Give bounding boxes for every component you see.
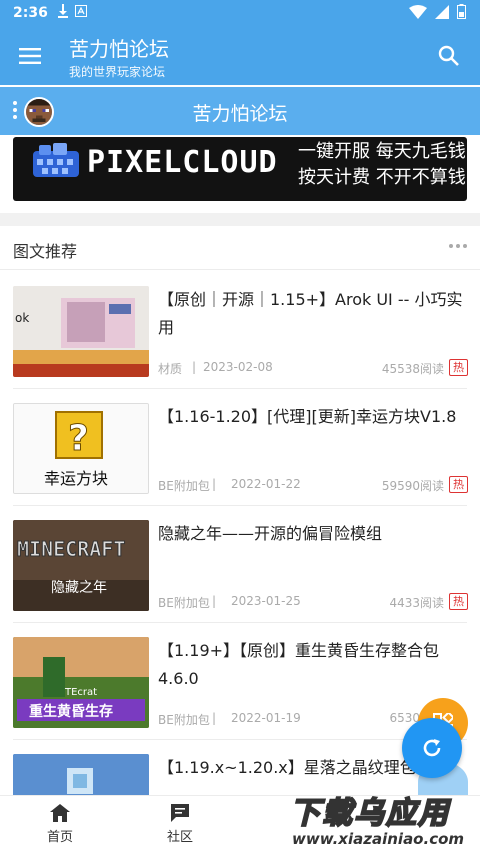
app-notification-icon xyxy=(75,5,87,17)
message-icon xyxy=(171,804,189,822)
item-title: 【1.16-1.20】[代理][更新]幸运方块V1.8 xyxy=(158,407,457,426)
app-title: 苦力怕论坛 xyxy=(69,37,169,61)
download-icon xyxy=(58,4,68,18)
tab-community-label: 社区 xyxy=(166,830,193,845)
search-icon xyxy=(438,45,459,66)
tab-home[interactable]: 首页 xyxy=(20,804,100,845)
item-views: 4433阅读 xyxy=(389,596,444,610)
svg-text:MINECRAFT: MINECRAFT xyxy=(17,537,125,561)
app-subtitle: 我的世界玩家论坛 xyxy=(69,65,166,79)
item-title: 【原创｜开源｜1.15+】Arok UI -- 小巧实用 xyxy=(158,290,463,337)
item-date: 2022-01-19 xyxy=(231,711,301,725)
list-item[interactable]: 重生黄昏生存 TEcrat 【1.19+】【原创】重生黄昏生存整合包4.6.0 … xyxy=(0,623,480,740)
thumbnail-image: ? 幸运方块 xyxy=(13,403,149,494)
signal-icon xyxy=(435,4,449,19)
cloud-logo-icon xyxy=(33,143,79,177)
banner-slogan-2: 按天计费 不开不算钱 xyxy=(298,167,466,188)
item-title: 【1.19+】【原创】重生黄昏生存整合包4.6.0 xyxy=(158,641,440,688)
more-horiz-icon[interactable] xyxy=(449,244,467,248)
menu-button[interactable] xyxy=(14,41,46,71)
forum-header: 苦力怕论坛 xyxy=(0,87,480,135)
hot-badge: 热 xyxy=(449,593,468,610)
svg-text:幸运方块: 幸运方块 xyxy=(44,469,108,488)
item-date: 2023-01-25 xyxy=(231,594,301,608)
home-icon xyxy=(50,804,70,822)
item-category: BE附加包 xyxy=(158,479,210,493)
item-category: BE附加包 xyxy=(158,596,210,610)
item-category: BE附加包 xyxy=(158,713,210,727)
forum-title: 苦力怕论坛 xyxy=(192,103,288,125)
refresh-icon xyxy=(423,739,441,757)
watermark-title: 下载乌应用 xyxy=(289,795,450,832)
item-title: 隐藏之年——开源的偏冒险模组 xyxy=(158,524,383,543)
hot-badge: 热 xyxy=(449,359,468,376)
wifi-icon xyxy=(409,4,427,19)
status-time: 2:36 xyxy=(13,5,48,21)
search-button[interactable] xyxy=(434,41,464,71)
svg-text:隐藏之年: 隐藏之年 xyxy=(51,580,107,596)
item-views: 45538阅读 xyxy=(381,362,444,376)
item-date: 2023-02-08 xyxy=(203,360,273,374)
list-item[interactable]: MINECRAFT 隐藏之年 隐藏之年——开源的偏冒险模组 BE附加包 | 20… xyxy=(0,506,480,623)
list-item[interactable]: ? 幸运方块 【1.16-1.20】[代理][更新]幸运方块V1.8 BE附加包… xyxy=(0,389,480,506)
thumbnail-image: ok xyxy=(13,286,149,377)
ad-banner[interactable]: PIXELCLOUD 一键开服 每天九毛钱 按天计费 不开不算钱 xyxy=(13,137,467,201)
battery-icon xyxy=(457,4,466,19)
item-date: 2022-01-22 xyxy=(231,477,301,491)
section-divider xyxy=(0,213,480,226)
svg-text:?: ? xyxy=(68,418,89,459)
svg-text:ok: ok xyxy=(15,311,29,325)
hot-badge: 热 xyxy=(449,476,468,493)
banner-slogan-1: 一键开服 每天九毛钱 xyxy=(298,141,466,162)
thumbnail-image: 重生黄昏生存 TEcrat xyxy=(13,637,149,728)
item-views: 59590阅读 xyxy=(381,479,444,493)
site-watermark: 下载乌应用 www.xiazainiao.com xyxy=(286,786,476,852)
svg-text:重生黄昏生存: 重生黄昏生存 xyxy=(29,703,113,720)
list-item[interactable]: ok 【原创｜开源｜1.15+】Arok UI -- 小巧实用 材质 | 202… xyxy=(0,272,480,389)
tab-community[interactable]: 社区 xyxy=(140,804,220,845)
tab-home-label: 首页 xyxy=(46,830,73,845)
section-title: 图文推荐 xyxy=(13,242,78,261)
watermark-url: www.xiazainiao.com xyxy=(292,830,465,848)
status-bar: 2:36 xyxy=(0,0,480,27)
svg-text:TEcrat: TEcrat xyxy=(64,687,97,698)
section-header: 图文推荐 xyxy=(0,228,480,270)
refresh-fab[interactable] xyxy=(402,718,462,778)
thumbnail-image: MINECRAFT 隐藏之年 xyxy=(13,520,149,611)
app-bar: 苦力怕论坛 我的世界玩家论坛 xyxy=(0,27,480,85)
item-category: 材质 xyxy=(158,362,183,376)
banner-brand: PIXELCLOUD xyxy=(87,145,278,180)
hamburger-icon xyxy=(19,48,41,64)
